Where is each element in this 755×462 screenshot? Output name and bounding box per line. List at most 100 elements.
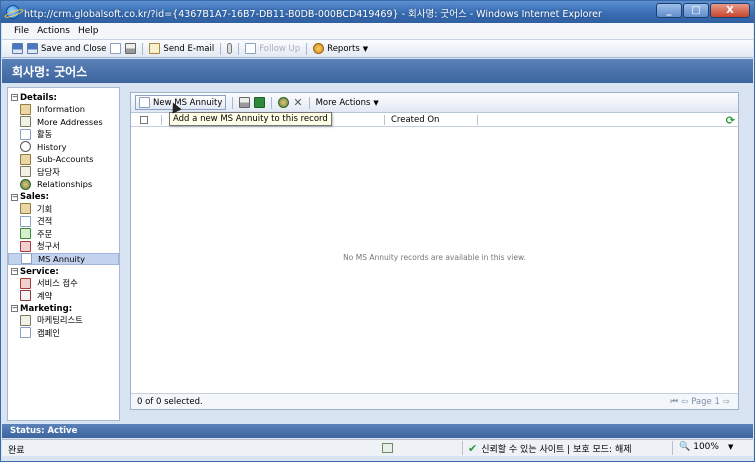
nav-item-label: 마케팅리스트 <box>37 315 83 326</box>
nav-item-quotes[interactable]: 견적 <box>8 215 119 228</box>
nav-section-label: Sales: <box>20 192 49 202</box>
status-separator <box>462 441 463 455</box>
marketing-list-icon <box>20 314 31 326</box>
nav-item-contacts[interactable]: 담당자 <box>8 166 119 179</box>
nav-item-ms-annuity[interactable]: MS Annuity <box>8 252 119 265</box>
nav-item-history[interactable]: History <box>8 141 119 154</box>
follow-up-label: Follow Up <box>259 43 301 54</box>
email-icon <box>149 43 161 54</box>
nav-item-cases[interactable]: 서비스 접수 <box>8 277 119 290</box>
more-actions-button[interactable]: More Actions ▼ <box>316 98 379 108</box>
toolbar-separator <box>306 42 308 55</box>
menu-actions[interactable]: Actions <box>37 26 70 36</box>
orders-icon <box>20 228 31 240</box>
toolbar-separator <box>232 96 234 109</box>
collapse-icon[interactable]: − <box>11 305 18 312</box>
zoom-control[interactable]: 🔍 100% ▼ <box>679 442 733 452</box>
page-number: Page 1 <box>691 397 720 407</box>
collapse-icon[interactable]: − <box>11 268 18 275</box>
collapse-icon[interactable]: − <box>11 193 18 201</box>
new-ms-annuity-label: New MS Annuity <box>153 97 223 108</box>
nav-item-orders[interactable]: 주문 <box>8 228 119 241</box>
menu-help[interactable]: Help <box>78 26 99 36</box>
menu-file[interactable]: File <box>14 26 29 36</box>
toolbar-separator <box>142 42 144 55</box>
nav-item-label: 견적 <box>37 216 53 227</box>
nav-item-activities[interactable]: 활동 <box>8 128 119 141</box>
reports-button[interactable]: Reports ▼ <box>313 43 368 54</box>
paperclip-icon[interactable] <box>227 43 233 54</box>
nav-item-label: 계약 <box>37 290 53 301</box>
zoom-level: 100% <box>693 442 719 452</box>
ie-logo-icon <box>6 5 20 19</box>
collapse-icon[interactable]: − <box>11 94 18 101</box>
nav-item-marketing-lists[interactable]: 마케팅리스트 <box>8 314 119 327</box>
new-record-icon <box>139 97 150 108</box>
save-new-icon[interactable] <box>110 43 122 54</box>
nav-item-label: 담당자 <box>37 166 60 177</box>
record-header: 회사명: 굿어스 <box>2 59 753 83</box>
nav-section-details[interactable]: − Details: <box>8 92 119 103</box>
opportunities-icon <box>20 203 31 215</box>
cases-icon <box>20 277 31 289</box>
select-all-checkbox[interactable] <box>140 116 148 124</box>
page-load-status: 완료 <box>8 446 25 456</box>
nav-section-sales[interactable]: − Sales: <box>8 192 119 203</box>
close-button[interactable]: X <box>710 3 750 18</box>
minimize-button[interactable]: _ <box>656 3 682 18</box>
popup-blocker-icon[interactable] <box>382 443 393 453</box>
trusted-check-icon: ✔ <box>468 442 478 455</box>
first-page-icon[interactable]: ⏮ <box>670 397 678 407</box>
history-icon <box>20 141 31 153</box>
column-separator <box>477 115 478 125</box>
refresh-icon[interactable]: ⟳ <box>726 114 735 127</box>
chevron-down-icon: ▼ <box>373 98 379 107</box>
print-icon[interactable] <box>239 97 251 108</box>
pager: ⏮ ⇦ Page 1 ⇨ <box>670 397 730 407</box>
reports-label: Reports <box>327 43 360 54</box>
delete-icon[interactable]: ✕ <box>293 96 302 109</box>
maximize-button[interactable]: □ <box>683 3 709 18</box>
chevron-down-icon: ▼ <box>727 443 734 451</box>
send-email-button[interactable]: Send E-mail <box>149 43 214 54</box>
save-close-icon <box>27 43 38 54</box>
previous-page-icon[interactable]: ⇦ <box>681 397 688 407</box>
nav-item-label: 서비스 접수 <box>37 278 78 289</box>
ms-annuity-grid: New MS Annuity ✕ More Actions ▼ Created … <box>130 92 739 410</box>
next-page-icon[interactable]: ⇨ <box>723 397 730 407</box>
export-excel-icon[interactable] <box>254 97 266 108</box>
column-created-on[interactable]: Created On <box>391 115 439 125</box>
status-separator <box>672 441 673 455</box>
nav-item-opportunities[interactable]: 기회 <box>8 203 119 216</box>
nav-item-label: More Addresses <box>37 116 103 127</box>
save-icon[interactable] <box>12 43 23 54</box>
print-icon[interactable] <box>125 43 137 54</box>
zoom-icon: 🔍 <box>679 442 691 452</box>
ms-annuity-icon <box>21 253 32 265</box>
contacts-icon <box>20 166 31 178</box>
assign-icon[interactable] <box>278 97 290 108</box>
nav-item-label: 주문 <box>37 228 53 239</box>
nav-section-label: Details: <box>20 92 57 103</box>
save-and-close-button[interactable]: Save and Close <box>27 43 106 54</box>
campaigns-icon <box>20 327 31 339</box>
nav-item-relationships[interactable]: Relationships <box>8 178 119 191</box>
nav-item-invoices[interactable]: 청구서 <box>8 240 119 253</box>
nav-item-sub-accounts[interactable]: Sub-Accounts <box>8 153 119 166</box>
security-zone[interactable]: ✔ 신뢰할 수 있는 사이트 | 보호 모드: 해제 <box>468 442 632 455</box>
left-nav: − Details: Information More Addresses 활동… <box>7 87 120 421</box>
nav-item-contracts[interactable]: 계약 <box>8 290 119 303</box>
follow-up-icon <box>245 43 257 54</box>
nav-section-label: Marketing: <box>20 303 73 314</box>
nav-item-campaigns[interactable]: 캠페인 <box>8 327 119 340</box>
nav-item-information[interactable]: Information <box>8 103 119 116</box>
browser-status-bar: 완료 ✔ 신뢰할 수 있는 사이트 | 보호 모드: 해제 🔍 100% ▼ <box>2 439 753 456</box>
title-bar[interactable]: http://crm.globalsoft.co.kr/?id={4367B1A… <box>1 1 754 23</box>
nav-section-service[interactable]: − Service: <box>8 266 119 277</box>
follow-up-button[interactable]: Follow Up <box>245 43 300 54</box>
security-zone-label: 신뢰할 수 있는 사이트 | 보호 모드: 해제 <box>481 445 632 455</box>
send-email-label: Send E-mail <box>163 43 215 54</box>
nav-section-marketing[interactable]: − Marketing: <box>8 303 119 314</box>
selected-count: 0 of 0 selected. <box>137 397 203 407</box>
nav-item-more-addresses[interactable]: More Addresses <box>8 116 119 129</box>
